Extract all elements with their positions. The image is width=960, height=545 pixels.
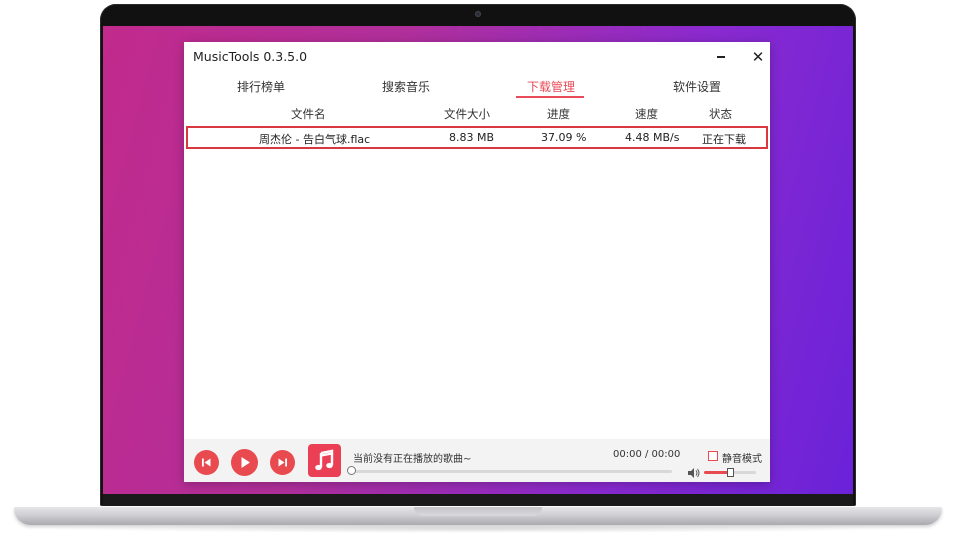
- app-window: MusicTools 0.3.5.0 ✕ 排行榜单 搜索音乐 下载管理 软件设置…: [184, 42, 770, 482]
- playback-time: 00:00 / 00:00: [613, 449, 681, 460]
- volume-handle[interactable]: [727, 468, 734, 477]
- tab-bar: 排行榜单 搜索音乐 下载管理 软件设置: [184, 76, 770, 100]
- title-bar[interactable]: MusicTools 0.3.5.0 ✕: [184, 42, 770, 72]
- column-header-status[interactable]: 状态: [709, 106, 732, 122]
- minimize-button[interactable]: [712, 48, 730, 66]
- player-bar: 当前没有正在播放的歌曲~ 00:00 / 00:00 静音模式: [184, 439, 770, 482]
- row-status: 正在下载: [702, 133, 746, 146]
- next-button[interactable]: [270, 450, 295, 475]
- row-speed: 4.48 MB/s: [625, 131, 680, 144]
- row-filename: 周杰伦 - 告白气球.flac: [259, 133, 371, 146]
- column-header-speed[interactable]: 速度: [635, 106, 658, 122]
- previous-button[interactable]: [194, 450, 219, 475]
- skip-next-icon: [278, 458, 287, 467]
- minimize-icon: [717, 56, 725, 58]
- laptop-bezel: [103, 494, 853, 506]
- row-size: 8.83 MB: [449, 131, 495, 144]
- mute-label[interactable]: 静音模式: [722, 450, 762, 465]
- row-progress: 37.09 %: [541, 131, 587, 144]
- tab-download-manager[interactable]: 下载管理: [527, 78, 575, 95]
- play-icon: [241, 457, 250, 468]
- seek-bar[interactable]: [350, 470, 672, 473]
- skip-previous-icon: [202, 458, 211, 467]
- volume-icon[interactable]: [687, 467, 701, 479]
- tab-search-music[interactable]: 搜索音乐: [382, 78, 430, 95]
- music-note-icon: [315, 449, 334, 471]
- active-tab-indicator: [516, 96, 584, 98]
- camera-icon: [475, 11, 481, 17]
- play-button[interactable]: [231, 449, 258, 476]
- column-header-size[interactable]: 文件大小: [444, 106, 490, 122]
- tab-settings[interactable]: 软件设置: [673, 78, 721, 95]
- column-header-filename[interactable]: 文件名: [291, 106, 326, 122]
- mute-checkbox[interactable]: [708, 451, 718, 461]
- laptop-notch: [414, 507, 542, 516]
- now-playing-text: 当前没有正在播放的歌曲~: [353, 454, 472, 465]
- column-header-progress[interactable]: 进度: [547, 106, 570, 122]
- laptop-shadow: [40, 525, 916, 533]
- tab-rankings[interactable]: 排行榜单: [237, 78, 285, 95]
- table-row[interactable]: 周杰伦 - 告白气球.flac 8.83 MB 37.09 % 4.48 MB/…: [186, 126, 768, 149]
- window-title: MusicTools 0.3.5.0: [193, 49, 308, 64]
- close-button[interactable]: ✕: [748, 47, 768, 67]
- album-art: [308, 444, 341, 477]
- seek-handle[interactable]: [347, 466, 356, 475]
